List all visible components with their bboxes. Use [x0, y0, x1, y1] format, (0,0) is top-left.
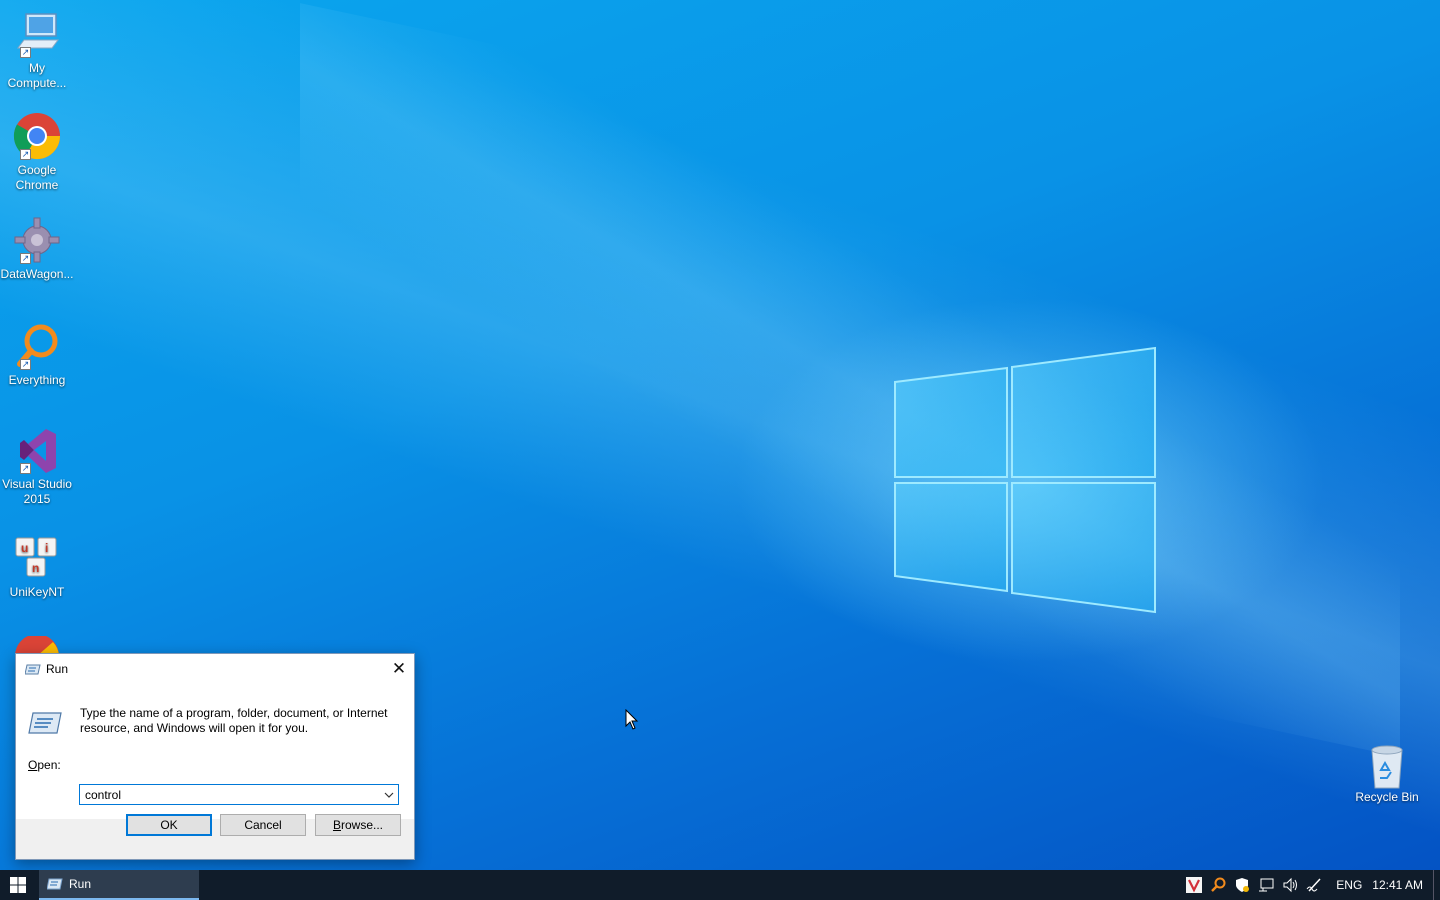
close-icon: ✕	[391, 659, 407, 678]
recycle-bin-icon	[1371, 745, 1403, 789]
search-everything-icon[interactable]	[1210, 877, 1226, 893]
taskbar-item-label: Run	[69, 877, 92, 891]
open-label: Open:	[28, 758, 61, 772]
desktop-icon-visual-studio-2015[interactable]: ↗ Visual Studio 2015	[0, 426, 74, 507]
svg-text:n: n	[32, 561, 39, 575]
cancel-button[interactable]: Cancel	[220, 814, 306, 836]
desktop-icon-my-computer[interactable]: ↗ My Compute...	[0, 10, 74, 91]
desktop-icon-label: Everything	[8, 373, 66, 387]
windows-logo-wallpaper	[894, 346, 1156, 614]
shortcut-arrow-icon: ↗	[20, 359, 31, 370]
shortcut-arrow-icon: ↗	[20, 253, 31, 264]
run-dialog[interactable]: Run ✕ Type the name of a program, folder…	[15, 653, 415, 860]
run-icon	[47, 878, 63, 890]
recycle-bin-label: Recycle Bin	[1355, 790, 1419, 804]
desktop-icon-recycle-bin[interactable]: Recycle Bin	[1350, 742, 1424, 804]
run-program-icon	[28, 712, 62, 734]
unikey-icon: u i n	[15, 537, 57, 577]
run-dialog-titlebar[interactable]: Run ✕	[16, 654, 414, 684]
pen-icon[interactable]	[1306, 877, 1322, 893]
mouse-cursor-icon	[625, 709, 639, 730]
run-dialog-title: Run	[46, 662, 69, 676]
security-shield-icon[interactable]	[1234, 877, 1250, 893]
shortcut-arrow-icon: ↗	[20, 463, 31, 474]
language-indicator[interactable]: ENG	[1336, 878, 1362, 892]
desktop[interactable]: ↗ My Compute... ↗ Google Chrome ↗ DataWa…	[0, 0, 1440, 870]
run-dialog-body: Type the name of a program, folder, docu…	[16, 684, 414, 819]
close-button[interactable]: ✕	[384, 654, 414, 684]
desktop-icon-label: UniKeyNT	[9, 585, 65, 599]
browse-button[interactable]: Browse...	[315, 814, 401, 836]
show-desktop-button[interactable]	[1433, 870, 1440, 900]
vivaldi-icon[interactable]	[1186, 877, 1203, 893]
clock[interactable]: 12:41 AM	[1372, 878, 1423, 892]
network-icon[interactable]	[1258, 877, 1274, 893]
taskbar[interactable]: Run ENG 12:41 AM	[0, 870, 1440, 900]
windows-start-icon	[10, 877, 26, 893]
open-input[interactable]	[80, 785, 375, 804]
open-combobox[interactable]	[79, 784, 399, 805]
ok-button[interactable]: OK	[126, 814, 212, 836]
svg-text:u: u	[21, 541, 28, 555]
taskbar-item-run[interactable]: Run	[39, 870, 199, 900]
run-dialog-prompt: Type the name of a program, folder, docu…	[80, 706, 388, 735]
svg-text:i: i	[45, 541, 48, 555]
desktop-icon-label: Google Chrome	[15, 163, 59, 192]
desktop-icon-google-chrome[interactable]: ↗ Google Chrome	[0, 112, 74, 193]
chevron-down-icon[interactable]	[380, 785, 398, 804]
volume-icon[interactable]	[1282, 877, 1298, 893]
desktop-icon-everything[interactable]: ↗ Everything	[0, 322, 74, 388]
shortcut-arrow-icon: ↗	[20, 149, 31, 160]
shortcut-arrow-icon: ↗	[20, 47, 31, 58]
desktop-icon-label: Visual Studio 2015	[2, 477, 72, 506]
desktop-icon-unikeynt[interactable]: u i n UniKeyNT	[0, 534, 74, 600]
system-tray: ENG 12:41 AM	[1186, 870, 1440, 900]
start-button[interactable]	[0, 870, 36, 900]
run-icon	[25, 664, 41, 675]
desktop-icon-label: DataWagon...	[0, 267, 74, 281]
desktop-icon-datawagon[interactable]: ↗ DataWagon...	[0, 216, 74, 282]
wallpaper-light-beam	[300, 3, 1400, 757]
desktop-icon-label: My Compute...	[7, 61, 67, 90]
